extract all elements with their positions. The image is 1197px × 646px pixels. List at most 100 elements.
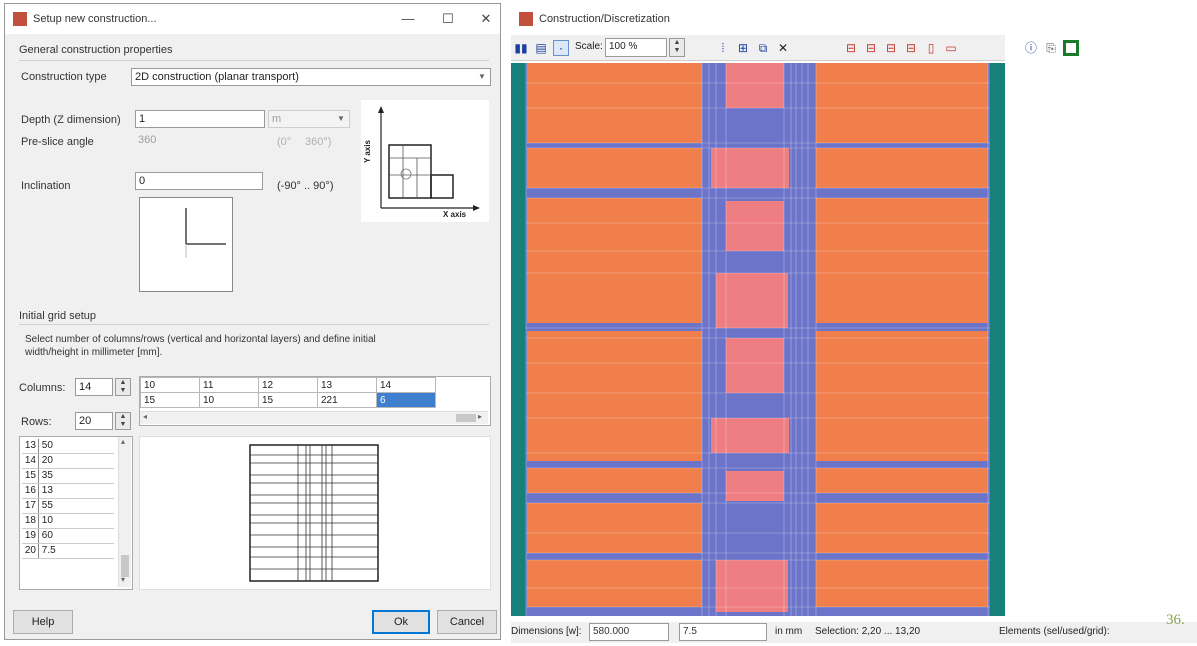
x-axis-label: X axis [443, 210, 467, 219]
grid-cell-right[interactable] [816, 148, 988, 188]
depth-input[interactable]: 1 [135, 110, 265, 128]
columns-label: Columns: [19, 382, 66, 394]
construction-type-select[interactable]: 2D construction (planar transport) ▼ [131, 68, 491, 86]
grid-cell-center[interactable] [716, 273, 788, 328]
grid-cell-center[interactable] [711, 418, 789, 453]
insert-column-left-icon[interactable]: ⊟ [843, 40, 859, 56]
grid-section-title: Initial grid setup [19, 310, 97, 322]
list-item[interactable]: 20 7.5 [22, 544, 114, 559]
info-icon[interactable]: ⓘ [1023, 40, 1039, 56]
construction-canvas[interactable] [511, 63, 1005, 616]
column-width-cell[interactable]: 10 [199, 392, 259, 408]
grid-cell-left[interactable] [527, 560, 702, 607]
pre-slice-unit: (0° [277, 136, 292, 148]
scale-input[interactable]: 100 % [605, 38, 667, 57]
chevron-down-icon: ▼ [337, 114, 345, 123]
grid-cell-right[interactable] [816, 560, 988, 607]
grid-cell-right[interactable] [816, 198, 988, 323]
merge-icon[interactable]: ⊞ [735, 40, 751, 56]
ok-button[interactable]: Ok [372, 610, 430, 634]
column-header: 12 [258, 377, 318, 393]
column-header: 13 [317, 377, 377, 393]
dimensions-field[interactable]: 580.000 [589, 623, 669, 641]
grid-cell-left[interactable] [527, 331, 702, 461]
grid-cell-center[interactable] [716, 560, 788, 612]
grid-cell-center[interactable] [726, 338, 784, 393]
row-height-list[interactable]: 13 50 14 20 15 35 16 13 17 55 18 10 19 6… [19, 436, 133, 590]
column-width-cell[interactable]: 15 [258, 392, 318, 408]
grid-cell-right[interactable] [816, 331, 988, 461]
clipboard-icon[interactable]: ⎘ [1043, 40, 1059, 56]
inclination-input[interactable]: 0 [135, 172, 263, 190]
grid-cell-left[interactable] [527, 63, 702, 143]
paste-icon[interactable]: ⧉ [755, 40, 771, 56]
scroll-right-icon[interactable]: ▸ [478, 412, 482, 421]
selection-info: Selection: 2,20 ... 13,20 [815, 626, 921, 637]
rows-label: Rows: [21, 416, 52, 428]
grid-cell-left[interactable] [527, 198, 702, 323]
left-boundary-cell[interactable] [511, 63, 526, 616]
list-item[interactable]: 16 13 [22, 484, 114, 499]
delete-column-icon[interactable]: ▯ [923, 40, 939, 56]
list-item[interactable]: 19 60 [22, 529, 114, 544]
grid-view-icon[interactable]: ▮▮ [513, 40, 529, 56]
scroll-left-icon[interactable]: ◂ [143, 412, 147, 421]
scale-label: Scale: [575, 41, 603, 52]
list-item[interactable]: 15 35 [22, 469, 114, 484]
scroll-thumb[interactable] [456, 414, 476, 422]
columns-input[interactable]: 14 [75, 378, 113, 396]
value-field[interactable]: 7.5 [679, 623, 767, 641]
pointer-icon[interactable]: ⋅ [553, 40, 569, 56]
copy-layout-icon[interactable]: ▤ [533, 40, 549, 56]
list-item[interactable]: 14 20 [22, 454, 114, 469]
scroll-up-icon[interactable]: ▴ [121, 437, 125, 446]
grid-cell-left[interactable] [527, 148, 702, 188]
maximize-button[interactable]: ☐ [433, 9, 463, 29]
rows-spinner[interactable]: ▲ ▼ [115, 412, 131, 430]
column-header: 10 [140, 377, 200, 393]
window-titlebar[interactable]: Construction/Discretization [511, 3, 1005, 33]
horizontal-scrollbar[interactable]: ◂ ▸ [140, 411, 488, 424]
rows-input[interactable]: 20 [75, 412, 113, 430]
grid-cell-center[interactable] [726, 201, 784, 251]
grid-cell-center[interactable] [726, 63, 784, 108]
scroll-down-icon[interactable]: ▾ [121, 575, 125, 584]
scroll-thumb[interactable] [121, 555, 129, 577]
dialog-titlebar[interactable]: Setup new construction... — ☐ ✕ [5, 4, 500, 34]
column-width-cell-selected[interactable]: 6 [376, 392, 436, 408]
column-width-cell[interactable]: 221 [317, 392, 377, 408]
depth-unit-select[interactable]: m ▼ [268, 110, 350, 128]
grid-cell-left[interactable] [527, 468, 702, 493]
material-icon[interactable] [1063, 40, 1079, 56]
grid-cell-center[interactable] [711, 148, 789, 188]
grid-cell-right[interactable] [816, 503, 988, 553]
delete-row-icon[interactable]: ▭ [943, 40, 959, 56]
insert-row-above-icon[interactable]: ⊟ [883, 40, 899, 56]
dialog-title: Setup new construction... [33, 13, 157, 25]
scale-spinner[interactable]: ▲ ▼ [669, 38, 685, 57]
grid-cell-left[interactable] [527, 503, 702, 553]
construction-grid[interactable] [511, 63, 1005, 616]
help-button[interactable]: Help [13, 610, 73, 634]
cancel-button[interactable]: Cancel [437, 610, 497, 634]
list-item[interactable]: 18 10 [22, 514, 114, 529]
grid-description-line2: width/height in millimeter [mm]. [25, 347, 163, 358]
grid-cell-center[interactable] [726, 471, 784, 501]
vertical-scrollbar[interactable]: ▴ ▾ [118, 437, 131, 587]
insert-column-right-icon[interactable]: ⊟ [863, 40, 879, 56]
list-item[interactable]: 17 55 [22, 499, 114, 514]
minimize-button[interactable]: — [393, 9, 423, 29]
inclination-preview-graphic [185, 208, 226, 258]
delete-icon[interactable]: ✕ [775, 40, 791, 56]
split-icon[interactable]: ⦙ [715, 40, 731, 56]
grid-description-line1: Select number of columns/rows (vertical … [25, 334, 376, 345]
list-item[interactable]: 13 50 [22, 439, 114, 454]
right-boundary-cell[interactable] [990, 63, 1005, 616]
close-button[interactable]: ✕ [471, 9, 501, 29]
insert-row-below-icon[interactable]: ⊟ [903, 40, 919, 56]
pre-slice-input[interactable]: 360 [135, 132, 265, 150]
grid-cell-right[interactable] [816, 468, 988, 493]
grid-cell-right[interactable] [816, 63, 988, 143]
columns-spinner[interactable]: ▲ ▼ [115, 378, 131, 396]
column-width-cell[interactable]: 15 [140, 392, 200, 408]
